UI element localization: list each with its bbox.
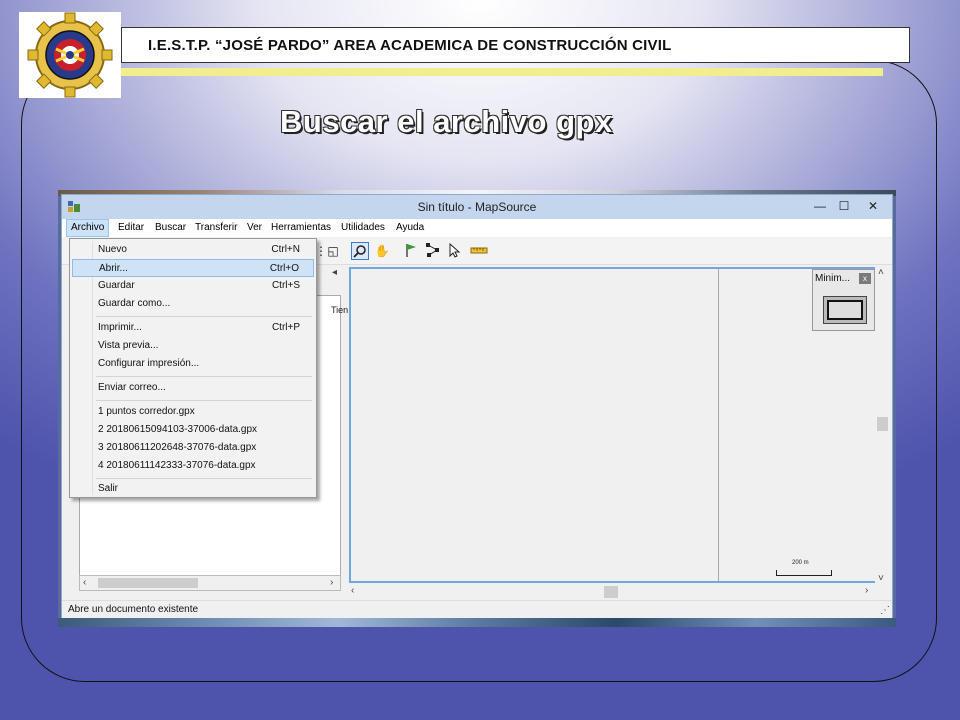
resize-grip-icon[interactable]: ⋰: [880, 605, 890, 616]
scroll-left-icon[interactable]: ‹: [83, 577, 86, 588]
menu-item-configurar-impresion[interactable]: Configurar impresión...: [72, 355, 314, 373]
menu-item-recent-file-1[interactable]: 1 puntos corredor.gpx: [72, 403, 314, 421]
institution-title-bar: I.E.S.T.P. “JOSÉ PARDO” AREA ACADEMICA D…: [121, 27, 910, 63]
minimap-viewport-frame[interactable]: [827, 300, 863, 320]
scroll-up-icon[interactable]: ˄: [878, 267, 884, 278]
map-vertical-scrollbar[interactable]: ˄ ˅: [875, 265, 890, 591]
menu-item-guardar[interactable]: Guardar Ctrl+S: [72, 277, 314, 295]
menu-item-enviar-correo[interactable]: Enviar correo...: [72, 379, 314, 397]
menu-separator: [96, 316, 312, 317]
title-underline: [121, 68, 883, 76]
scrollbar-thumb[interactable]: [98, 578, 198, 588]
minimap-overview[interactable]: [823, 296, 867, 324]
slide-heading: Buscar el archivo gpx: [280, 104, 613, 139]
menu-item-vista-previa[interactable]: Vista previa...: [72, 337, 314, 355]
menu-separator: [96, 376, 312, 377]
select-arrow-icon[interactable]: [445, 242, 463, 260]
archivo-dropdown-menu: Nuevo Ctrl+N Abrir... Ctrl+O Guardar Ctrl+S…: [69, 238, 317, 498]
zoom-tool-icon[interactable]: [351, 242, 369, 260]
map-scroll-left-icon[interactable]: ‹: [351, 585, 354, 596]
institution-title: I.E.S.T.P. “JOSÉ PARDO” AREA ACADEMICA D…: [148, 37, 672, 54]
mapsource-screenshot: Sin título - MapSource — ☐ ✕ Archivo Edi…: [58, 190, 896, 627]
menu-separator: [96, 478, 312, 479]
window-titlebar[interactable]: Sin título - MapSource — ☐ ✕: [62, 195, 892, 219]
minimap-panel[interactable]: Minim... x: [812, 269, 875, 331]
scroll-right-icon[interactable]: ›: [330, 577, 333, 588]
menu-editar[interactable]: Editar: [114, 219, 148, 237]
menu-archivo[interactable]: Archivo: [66, 219, 110, 237]
scroll-down-icon[interactable]: ˅: [878, 573, 884, 584]
menu-item-recent-file-2[interactable]: 2 20180615094103-37006-data.gpx: [72, 421, 314, 439]
hand-tool-icon[interactable]: ✋: [373, 242, 391, 260]
gear-emblem-icon: [27, 12, 113, 98]
menu-herramientas[interactable]: Herramientas: [267, 219, 335, 237]
menu-item-nuevo[interactable]: Nuevo Ctrl+N: [72, 241, 314, 259]
menu-item-recent-file-4[interactable]: 4 20180611142333-37076-data.gpx: [72, 457, 314, 475]
mapsource-window: Sin título - MapSource — ☐ ✕ Archivo Edi…: [61, 194, 893, 618]
close-button[interactable]: ✕: [858, 196, 888, 216]
map-view[interactable]: [349, 267, 879, 583]
menu-ver[interactable]: Ver: [243, 219, 266, 237]
menu-ayuda[interactable]: Ayuda: [392, 219, 428, 237]
column-header-tiempo[interactable]: Tien: [331, 305, 348, 315]
desktop-background-bottom: [58, 618, 896, 627]
clipboard-icon[interactable]: ◱: [324, 242, 342, 260]
left-horizontal-scrollbar[interactable]: ‹ ›: [79, 575, 341, 591]
menu-utilidades[interactable]: Utilidades: [337, 219, 389, 237]
minimap-close-icon[interactable]: x: [859, 273, 871, 284]
menu-item-recent-file-3[interactable]: 3 20180611202648-37076-data.gpx: [72, 439, 314, 457]
maximize-button[interactable]: ☐: [832, 196, 856, 216]
statusbar: Abre un documento existente ⋰: [62, 600, 892, 618]
menu-transferir[interactable]: Transferir: [191, 219, 241, 237]
window-title: Sin título - MapSource: [417, 200, 537, 214]
route-tool-icon[interactable]: [424, 242, 442, 260]
map-scale-bar: [776, 570, 832, 576]
minimap-title: Minim...: [815, 273, 850, 284]
menu-item-abrir[interactable]: Abrir... Ctrl+O: [72, 259, 314, 277]
map-tile-border: [718, 269, 719, 581]
menu-buscar[interactable]: Buscar: [151, 219, 190, 237]
menubar: Archivo Editar Buscar Transferir Ver Her…: [62, 219, 892, 237]
map-scroll-thumb[interactable]: [604, 586, 618, 598]
map-scroll-right-icon[interactable]: ›: [865, 585, 868, 596]
vertical-scroll-thumb[interactable]: [877, 417, 888, 431]
map-horizontal-scrollbar[interactable]: ‹ ›: [349, 585, 877, 599]
waypoint-flag-icon[interactable]: [402, 242, 420, 260]
measure-ruler-icon[interactable]: [470, 242, 488, 260]
map-scale-label: 200 m: [792, 560, 809, 566]
menu-separator: [96, 400, 312, 401]
status-text: Abre un documento existente: [68, 604, 199, 615]
institution-logo: [19, 12, 121, 98]
panel-collapse-icon[interactable]: ◂: [332, 267, 337, 278]
menu-item-imprimir[interactable]: Imprimir... Ctrl+P: [72, 319, 314, 337]
minimize-button[interactable]: —: [808, 196, 832, 216]
menu-item-guardar-como[interactable]: Guardar como...: [72, 295, 314, 313]
menu-item-salir[interactable]: Salir: [72, 480, 314, 498]
